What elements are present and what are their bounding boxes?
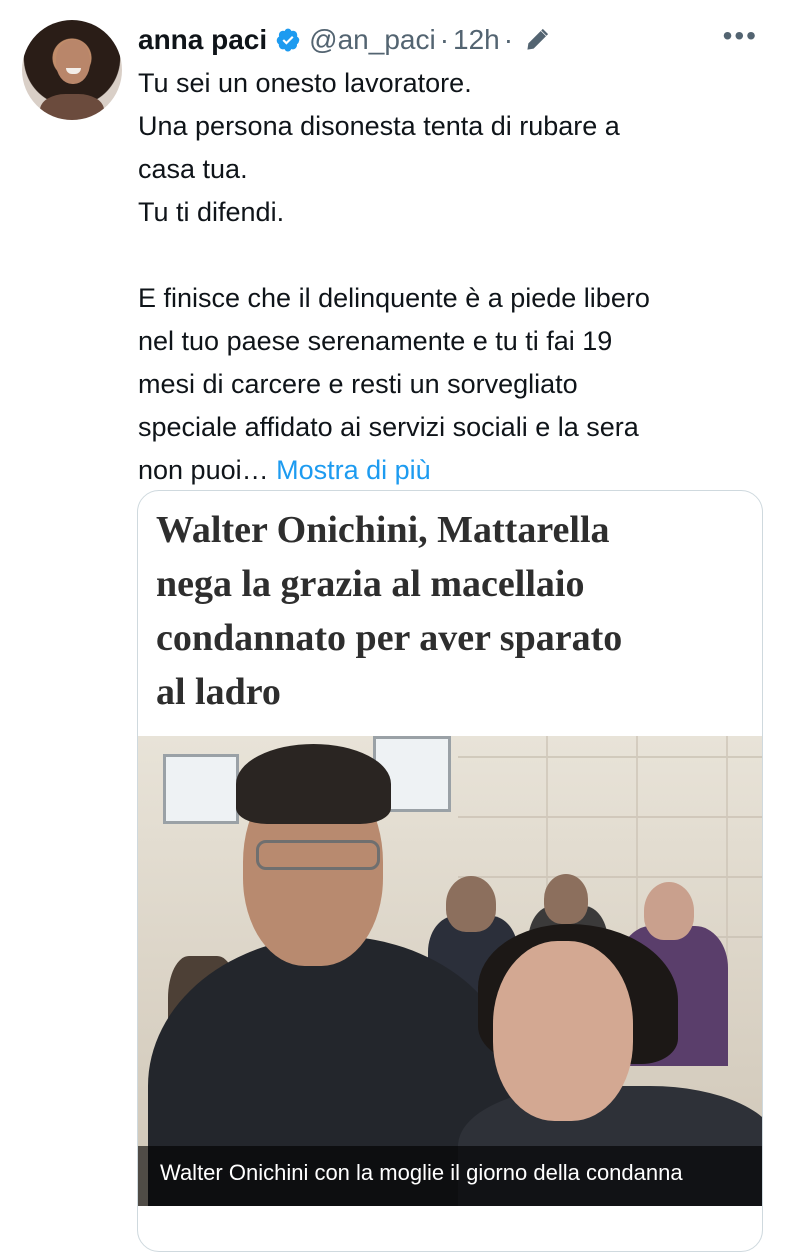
window [163,754,239,824]
tweet-line: Una persona disonesta tenta di rubare a [138,111,620,141]
card-headline: Walter Onichini, Mattarella nega la graz… [156,503,736,719]
avatar-shoulders [40,94,104,120]
tweet-line: mesi di carcere e resti un sorvegliato [138,369,578,399]
tweet-line: E finisce che il delinquente è a piede l… [138,283,650,313]
separator-dot-2: · [503,24,514,55]
card-photo [138,736,762,1206]
avatar-face [56,40,90,84]
tweet-last-line: non puoi… Mostra di più [138,449,758,492]
verified-badge-icon [276,28,300,52]
caption-bar: Walter Onichini con la moglie il giorno … [138,1146,762,1206]
image-caption: Walter Onichini con la moglie il giorno … [160,1160,683,1185]
headline-line: al ladro [156,671,281,713]
crowd-person [544,874,588,924]
link-card[interactable]: Walter Onichini, Mattarella nega la graz… [137,490,763,1252]
more-icon[interactable]: ••• [723,22,758,50]
tweet-timestamp[interactable]: 12h [453,24,500,56]
tweet-line: nel tuo paese serenamente e tu ti fai 19 [138,326,613,356]
tweet-header: anna paci @an_paci · 12h · ••• [138,18,758,62]
crowd-person [446,876,496,932]
pen-icon [527,28,549,50]
tweet-line: Tu ti difendi. [138,197,285,227]
tweet-line: casa tua. [138,154,248,184]
tweet-line: Tu sei un onesto lavoratore. [138,68,472,98]
crowd-person [644,882,694,940]
show-more-link[interactable]: Mostra di più [276,455,431,485]
woman-face [493,941,633,1121]
man-hair [236,744,391,824]
author-handle[interactable]: @an_paci [309,24,436,56]
headline-line: condannato per aver sparato [156,617,623,659]
separator-dot: · [439,24,450,55]
headline-line: Walter Onichini, Mattarella [156,509,610,551]
tweet-body: Tu sei un onesto lavoratore. Una persona… [138,62,758,492]
author-name[interactable]: anna paci [138,24,267,56]
tweet-line-truncated: non puoi… [138,455,269,485]
man-glasses [256,840,380,870]
tweet-line: speciale affidato ai servizi sociali e l… [138,412,639,442]
author-avatar[interactable] [22,20,122,120]
headline-line: nega la grazia al macellaio [156,563,585,605]
